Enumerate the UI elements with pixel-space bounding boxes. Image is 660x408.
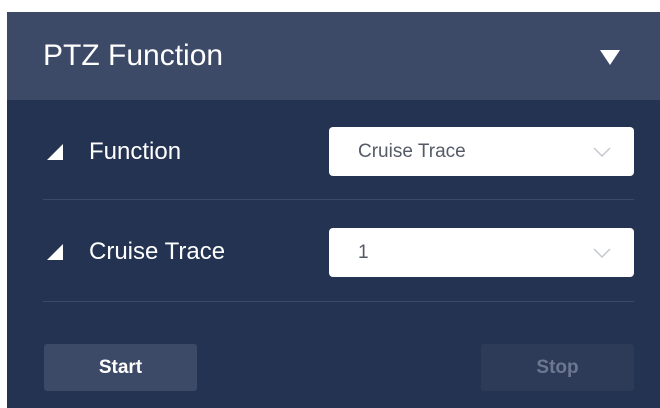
function-label: Function <box>89 138 182 165</box>
panel-title: PTZ Function <box>43 39 224 72</box>
corner-triangle-icon <box>47 244 63 260</box>
stop-button[interactable]: Stop <box>481 344 634 391</box>
triangle-down-icon <box>600 50 620 65</box>
ptz-function-panel: PTZ Function Function Cruise Trace Cruis… <box>7 12 660 408</box>
row-divider <box>43 301 634 302</box>
corner-triangle-icon <box>47 144 63 160</box>
row-divider <box>43 199 634 200</box>
panel-header[interactable]: PTZ Function <box>7 12 660 100</box>
cruise-trace-select-value: 1 <box>358 242 369 263</box>
chevron-down-icon <box>593 147 611 157</box>
cruise-trace-select[interactable]: 1 <box>329 228 634 277</box>
function-select-value: Cruise Trace <box>358 141 466 162</box>
start-button[interactable]: Start <box>44 344 197 391</box>
chevron-down-icon <box>593 248 611 258</box>
function-select[interactable]: Cruise Trace <box>329 127 634 176</box>
collapse-toggle-button[interactable] <box>591 38 631 78</box>
cruise-trace-label: Cruise Trace <box>89 238 226 265</box>
